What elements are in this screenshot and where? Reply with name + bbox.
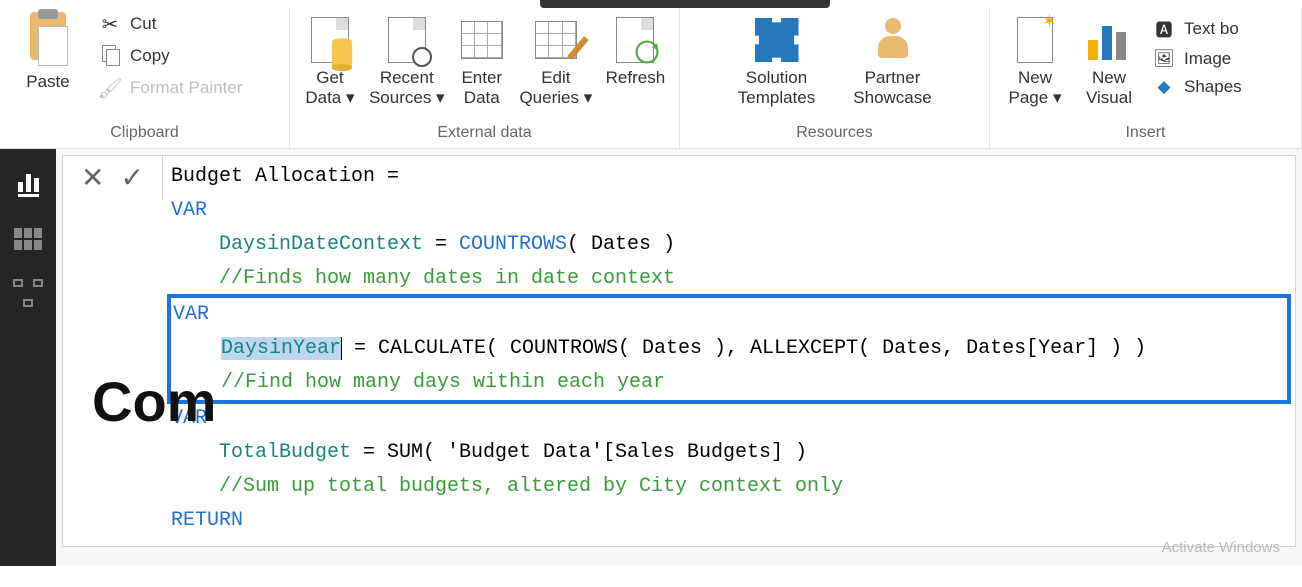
clipboard-group-label: Clipboard (8, 120, 281, 148)
data-view-button[interactable] (11, 225, 45, 253)
new-page-label: New Page ▾ (998, 68, 1072, 107)
refresh-icon (610, 12, 660, 68)
formula-bar[interactable]: ✕ ✓ Budget Allocation = VAR DaysinDateCo… (62, 155, 1296, 547)
textbox-icon: 🅰 (1152, 16, 1176, 41)
text-box-label: Text bo (1184, 19, 1239, 39)
recent-sources-button[interactable]: Recent Sources ▾ (364, 8, 450, 107)
partner-showcase-button[interactable]: Partner Showcase (838, 8, 948, 107)
shapes-button[interactable]: ◆ Shapes (1152, 77, 1242, 97)
puzzle-icon (752, 12, 802, 68)
report-view-button[interactable] (11, 171, 45, 199)
report-title-fragment: Com (92, 369, 216, 434)
dax-editor[interactable]: Budget Allocation = VAR DaysinDateContex… (163, 156, 1295, 546)
formula-commit-button[interactable]: ✓ (120, 164, 143, 192)
copy-icon (98, 46, 122, 66)
model-view-icon (13, 279, 43, 307)
shapes-label: Shapes (1184, 77, 1242, 97)
dax-comment-2: //Find how many days within each year (221, 371, 665, 394)
new-visual-button[interactable]: New Visual (1072, 8, 1146, 107)
new-visual-label: New Visual (1072, 68, 1146, 107)
dax-comment-3: //Sum up total budgets, altered by City … (219, 475, 843, 498)
selection-highlight: VAR DaysinYear = CALCULATE( COUNTROWS( D… (167, 294, 1291, 404)
resources-group-label: Resources (688, 120, 981, 148)
copy-label: Copy (130, 46, 170, 66)
solution-templates-button[interactable]: Solution Templates (722, 8, 832, 107)
ribbon: Paste ✂ Cut Copy 🖌 Format Painter (0, 0, 1302, 149)
dax-eq: = (423, 233, 459, 256)
brush-icon: 🖌 (98, 78, 122, 98)
formula-cancel-button[interactable]: ✕ (81, 164, 104, 192)
text-box-button[interactable]: 🅰 Text bo (1152, 16, 1242, 41)
dax-keyword-return: RETURN (171, 509, 243, 532)
new-page-icon: ✶ (1010, 12, 1060, 68)
image-icon: 🖼 (1152, 49, 1176, 69)
refresh-label: Refresh (606, 68, 666, 88)
database-icon (305, 12, 355, 68)
report-view-icon (18, 174, 39, 197)
paste-label: Paste (26, 72, 69, 92)
cut-label: Cut (130, 14, 156, 34)
dax-var-daysinyear: DaysinYear (221, 337, 342, 360)
edit-queries-label: Edit Queries ▾ (514, 68, 598, 107)
edit-queries-icon (531, 12, 581, 68)
dax-keyword-var: VAR (171, 199, 207, 222)
dax-v1-args: ( Dates ) (567, 233, 675, 256)
ribbon-group-external-data: Get Data ▾ Recent Sources ▾ Enter Data E… (290, 8, 680, 148)
ribbon-group-insert: ✶ New Page ▾ New Visual 🅰Text bo 🖼Image … (990, 8, 1302, 148)
recent-sources-label: Recent Sources ▾ (364, 68, 450, 107)
partner-showcase-label: Partner Showcase (838, 68, 948, 107)
person-icon (868, 12, 918, 68)
get-data-label: Get Data ▾ (298, 68, 362, 107)
dax-var-daysindatecontext: DaysinDateContext (219, 233, 423, 256)
enter-data-label: Enter Data (452, 68, 512, 107)
scissors-icon: ✂ (98, 14, 122, 34)
dax-v2-expr: = CALCULATE( COUNTROWS( Dates ), ALLEXCE… (342, 337, 1146, 360)
get-data-button[interactable]: Get Data ▾ (298, 8, 362, 107)
dax-v3-expr: = SUM( 'Budget Data'[Sales Budgets] ) (351, 441, 807, 464)
recent-icon (382, 12, 432, 68)
dax-comment-1: //Finds how many dates in date context (219, 267, 675, 290)
dax-var-totalbudget: TotalBudget (219, 441, 351, 464)
windows-watermark: Activate Windows (1162, 539, 1280, 556)
dax-measure-name: Budget Allocation = (171, 165, 399, 188)
report-canvas: ✕ ✓ Budget Allocation = VAR DaysinDateCo… (56, 149, 1302, 566)
dax-fn-countrows: COUNTROWS (459, 233, 567, 256)
grid-icon (457, 12, 507, 68)
titlebar-fragment (540, 0, 830, 8)
edit-queries-button[interactable]: Edit Queries ▾ (514, 8, 598, 107)
paste-button[interactable]: Paste (8, 8, 88, 92)
main-area: ✕ ✓ Budget Allocation = VAR DaysinDateCo… (0, 149, 1302, 566)
shapes-icon: ◆ (1152, 77, 1176, 97)
bar-chart-icon (1084, 12, 1134, 68)
cut-button[interactable]: ✂ Cut (98, 14, 242, 34)
model-view-button[interactable] (11, 279, 45, 307)
enter-data-button[interactable]: Enter Data (452, 8, 512, 107)
copy-button[interactable]: Copy (98, 46, 242, 66)
refresh-button[interactable]: Refresh (600, 8, 671, 88)
ribbon-group-resources: Solution Templates Partner Showcase Reso… (680, 8, 990, 148)
insert-group-label: Insert (998, 120, 1293, 148)
solution-templates-label: Solution Templates (722, 68, 832, 107)
format-painter-button[interactable]: 🖌 Format Painter (98, 78, 242, 98)
image-label: Image (1184, 49, 1231, 69)
dax-keyword-var: VAR (173, 303, 209, 326)
ribbon-group-clipboard: Paste ✂ Cut Copy 🖌 Format Painter (0, 8, 290, 148)
external-data-group-label: External data (298, 120, 671, 148)
clipboard-icon (24, 12, 72, 68)
view-switcher (0, 149, 56, 566)
data-view-icon (14, 228, 42, 250)
format-painter-label: Format Painter (130, 78, 242, 98)
new-page-button[interactable]: ✶ New Page ▾ (998, 8, 1072, 107)
image-button[interactable]: 🖼 Image (1152, 49, 1242, 69)
